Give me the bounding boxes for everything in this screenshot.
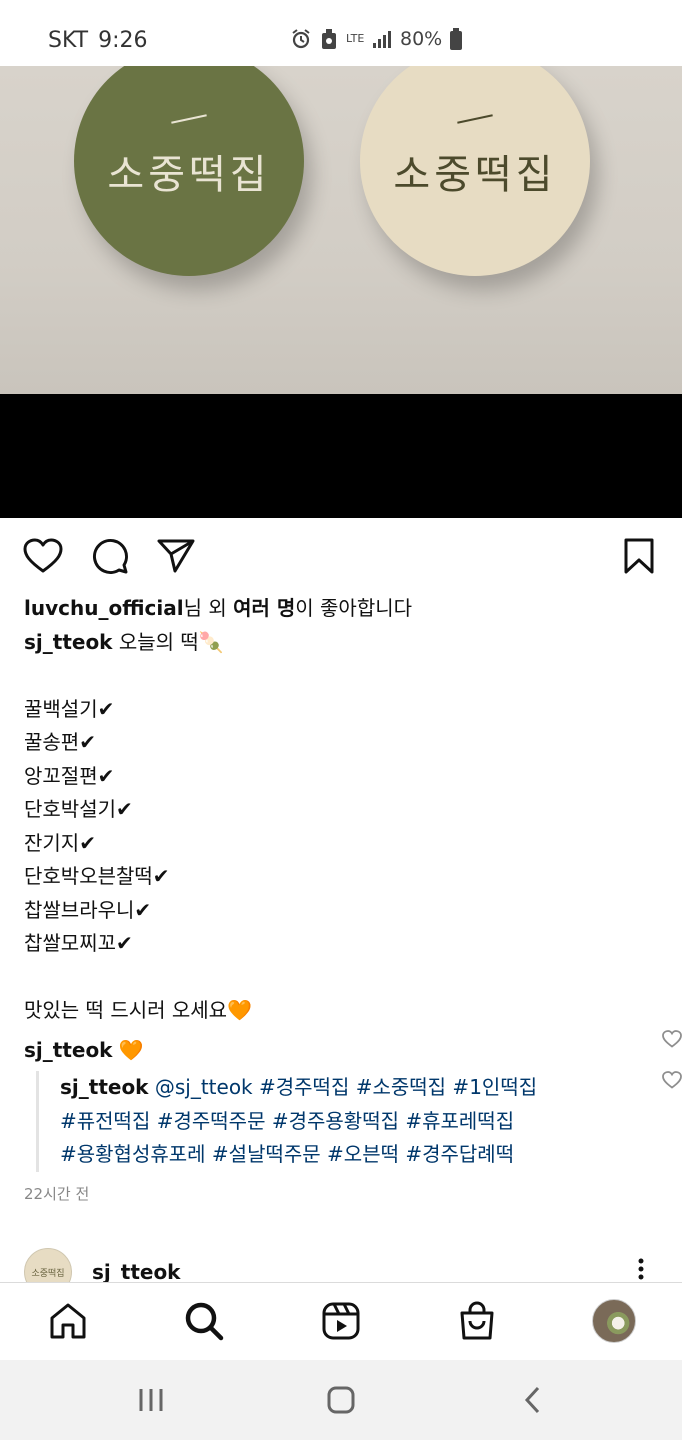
caption-menu-list: 꿀백설기✔ 꿀송편✔ 앙꼬절편✔ 단호박설기✔ 잔기지✔ 단호박오븐찰떡✔ 찹쌀… xyxy=(24,693,664,961)
shop-icon xyxy=(460,1301,494,1340)
recycle-bin-icon xyxy=(322,29,336,49)
share-button[interactable] xyxy=(154,534,198,578)
reels-icon xyxy=(322,1302,360,1340)
caption-line: 단호박오븐찰떡✔ xyxy=(24,864,170,888)
caption-closing: 맛있는 떡 드시러 오세요🧡 xyxy=(24,998,252,1022)
sticker-cream: 소중떡집 xyxy=(360,66,590,276)
tab-shop[interactable] xyxy=(455,1299,499,1343)
next-post-username[interactable]: sj_tteok xyxy=(92,1260,181,1282)
avatar[interactable]: 소중떡집 xyxy=(24,1248,72,1282)
carrier-clock: SKT 9:26 xyxy=(48,28,148,53)
caption-line: 찹쌀모찌꼬✔ xyxy=(24,931,133,955)
like-button[interactable] xyxy=(21,534,65,578)
search-icon xyxy=(185,1302,224,1341)
image-letterbox xyxy=(0,394,682,518)
comment-username[interactable]: sj_tteok xyxy=(24,1038,113,1062)
caption-username[interactable]: sj_tteok xyxy=(24,630,113,654)
recent-apps-button[interactable] xyxy=(131,1380,171,1420)
back-icon xyxy=(524,1386,540,1414)
post-content: luvchu_official님 외 여러 명이 좋아합니다 sj_tteok … xyxy=(24,592,682,1211)
alarm-icon xyxy=(292,29,310,49)
profile-avatar xyxy=(592,1299,636,1343)
comment-icon xyxy=(93,539,128,574)
recent-apps-icon xyxy=(139,1389,163,1411)
likes-line[interactable]: luvchu_official님 외 여러 명이 좋아합니다 xyxy=(24,592,664,626)
caption-line: 꿀백설기✔ xyxy=(24,696,115,721)
tab-search[interactable] xyxy=(182,1299,226,1343)
home-system-button[interactable] xyxy=(321,1380,361,1420)
home-system-icon xyxy=(327,1386,355,1414)
status-bar: SKT 9:26 LTE 80% xyxy=(0,0,682,66)
home-icon xyxy=(50,1303,86,1339)
system-nav-bar xyxy=(0,1360,682,1440)
more-options-icon[interactable] xyxy=(636,1258,646,1280)
avatar-text: 소중떡집 xyxy=(31,1268,65,1279)
heart-icon xyxy=(23,538,63,573)
bottom-nav xyxy=(0,1282,682,1360)
likes-text-end: 이 좋아합니다 xyxy=(295,596,413,620)
bookmark-icon xyxy=(624,538,654,574)
save-button[interactable] xyxy=(617,534,661,578)
comment-like-icon[interactable] xyxy=(662,1029,682,1048)
sticker-dash xyxy=(171,114,207,124)
reply-line-1[interactable]: @sj_tteok #경주떡집 #소중떡집 #1인떡집 xyxy=(155,1075,537,1099)
caption-line: 단호박설기✔ xyxy=(24,797,133,821)
post-timestamp: 22시간 전 xyxy=(24,1184,90,1203)
caption-text: 오늘의 떡🍡 xyxy=(118,629,224,654)
back-button[interactable] xyxy=(513,1380,553,1420)
next-post-header: 소중떡집 sj_tteok xyxy=(0,1242,682,1282)
status-icons: LTE 80% xyxy=(290,28,463,50)
likes-others[interactable]: 여러 명 xyxy=(233,596,295,620)
reply-comment: sj_tteok @sj_tteok #경주떡집 #소중떡집 #1인떡집 #퓨전… xyxy=(36,1071,682,1172)
status-time: 9:26 xyxy=(98,28,148,53)
post-image[interactable]: 소중떡집 소중떡집 xyxy=(0,66,682,394)
battery-icon xyxy=(450,28,463,50)
tab-home[interactable] xyxy=(46,1299,90,1343)
caption-line: 꿀송편✔ xyxy=(24,730,96,754)
carrier-name: SKT xyxy=(48,28,89,53)
post-action-bar xyxy=(0,530,682,582)
liker-username[interactable]: luvchu_official xyxy=(24,596,184,620)
sticker-text: 소중떡집 xyxy=(107,152,271,198)
reply-username[interactable]: sj_tteok xyxy=(60,1075,149,1099)
reply-line-3[interactable]: #용황협성휴포레 #설날떡주문 #오븐떡 #경주답례떡 xyxy=(60,1138,664,1172)
comment-button[interactable] xyxy=(88,534,132,578)
sticker-green: 소중떡집 xyxy=(74,66,304,276)
tab-reels[interactable] xyxy=(319,1299,363,1343)
tab-profile[interactable] xyxy=(592,1299,636,1343)
caption-first-line: sj_tteok 오늘의 떡🍡 xyxy=(24,626,664,660)
send-icon xyxy=(157,539,195,573)
comment-row: sj_tteok 🧡 xyxy=(24,1029,682,1068)
caption-line: 잔기지✔ xyxy=(24,830,96,855)
caption-line: 앙꼬절편✔ xyxy=(24,763,115,788)
battery-percent: 80% xyxy=(400,28,443,50)
signal-icon xyxy=(373,31,391,48)
sticker-text: 소중떡집 xyxy=(393,152,557,198)
sticker-dash xyxy=(457,114,493,124)
caption-line: 찹쌀브라우니✔ xyxy=(24,897,152,922)
comment-text: 🧡 xyxy=(118,1037,144,1062)
reply-line-2[interactable]: #퓨전떡집 #경주떡주문 #경주용황떡집 #휴포레떡집 xyxy=(60,1105,664,1139)
likes-text-mid: 님 외 xyxy=(183,596,234,620)
reply-like-icon[interactable] xyxy=(662,1071,682,1089)
network-type: LTE xyxy=(346,32,365,45)
